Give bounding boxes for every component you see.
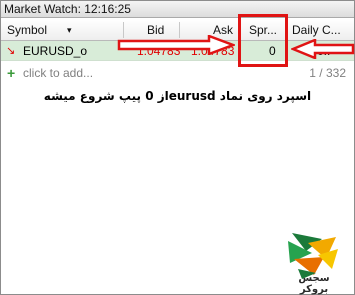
market-watch-window: Market Watch: 12:16:25 Symbol ▾ Bid Ask …	[0, 0, 355, 295]
arrow-right-icon	[117, 35, 235, 55]
logo-text: سجس بروکر	[298, 273, 330, 295]
column-symbol[interactable]: Symbol	[7, 19, 47, 41]
spread-highlight-box	[238, 14, 288, 67]
plus-icon: +	[7, 65, 16, 81]
window-title: Market Watch: 12:16:25	[1, 1, 354, 18]
sort-dropdown-icon[interactable]: ▾	[67, 19, 72, 41]
annotation-note: اسپرد روی نماد eurusdاز 0 پیپ شروع میشه	[43, 89, 312, 103]
arrow-left-icon	[291, 39, 355, 59]
trend-down-icon: ↘	[6, 45, 16, 57]
symbol-cell: EURUSD_o	[23, 44, 88, 58]
add-symbol-row[interactable]: + click to add... 1 / 332	[1, 63, 354, 83]
symbol-count: 1 / 332	[309, 66, 346, 80]
column-daily-change[interactable]: Daily C...	[292, 19, 341, 41]
add-symbol-label[interactable]: click to add...	[23, 63, 93, 83]
